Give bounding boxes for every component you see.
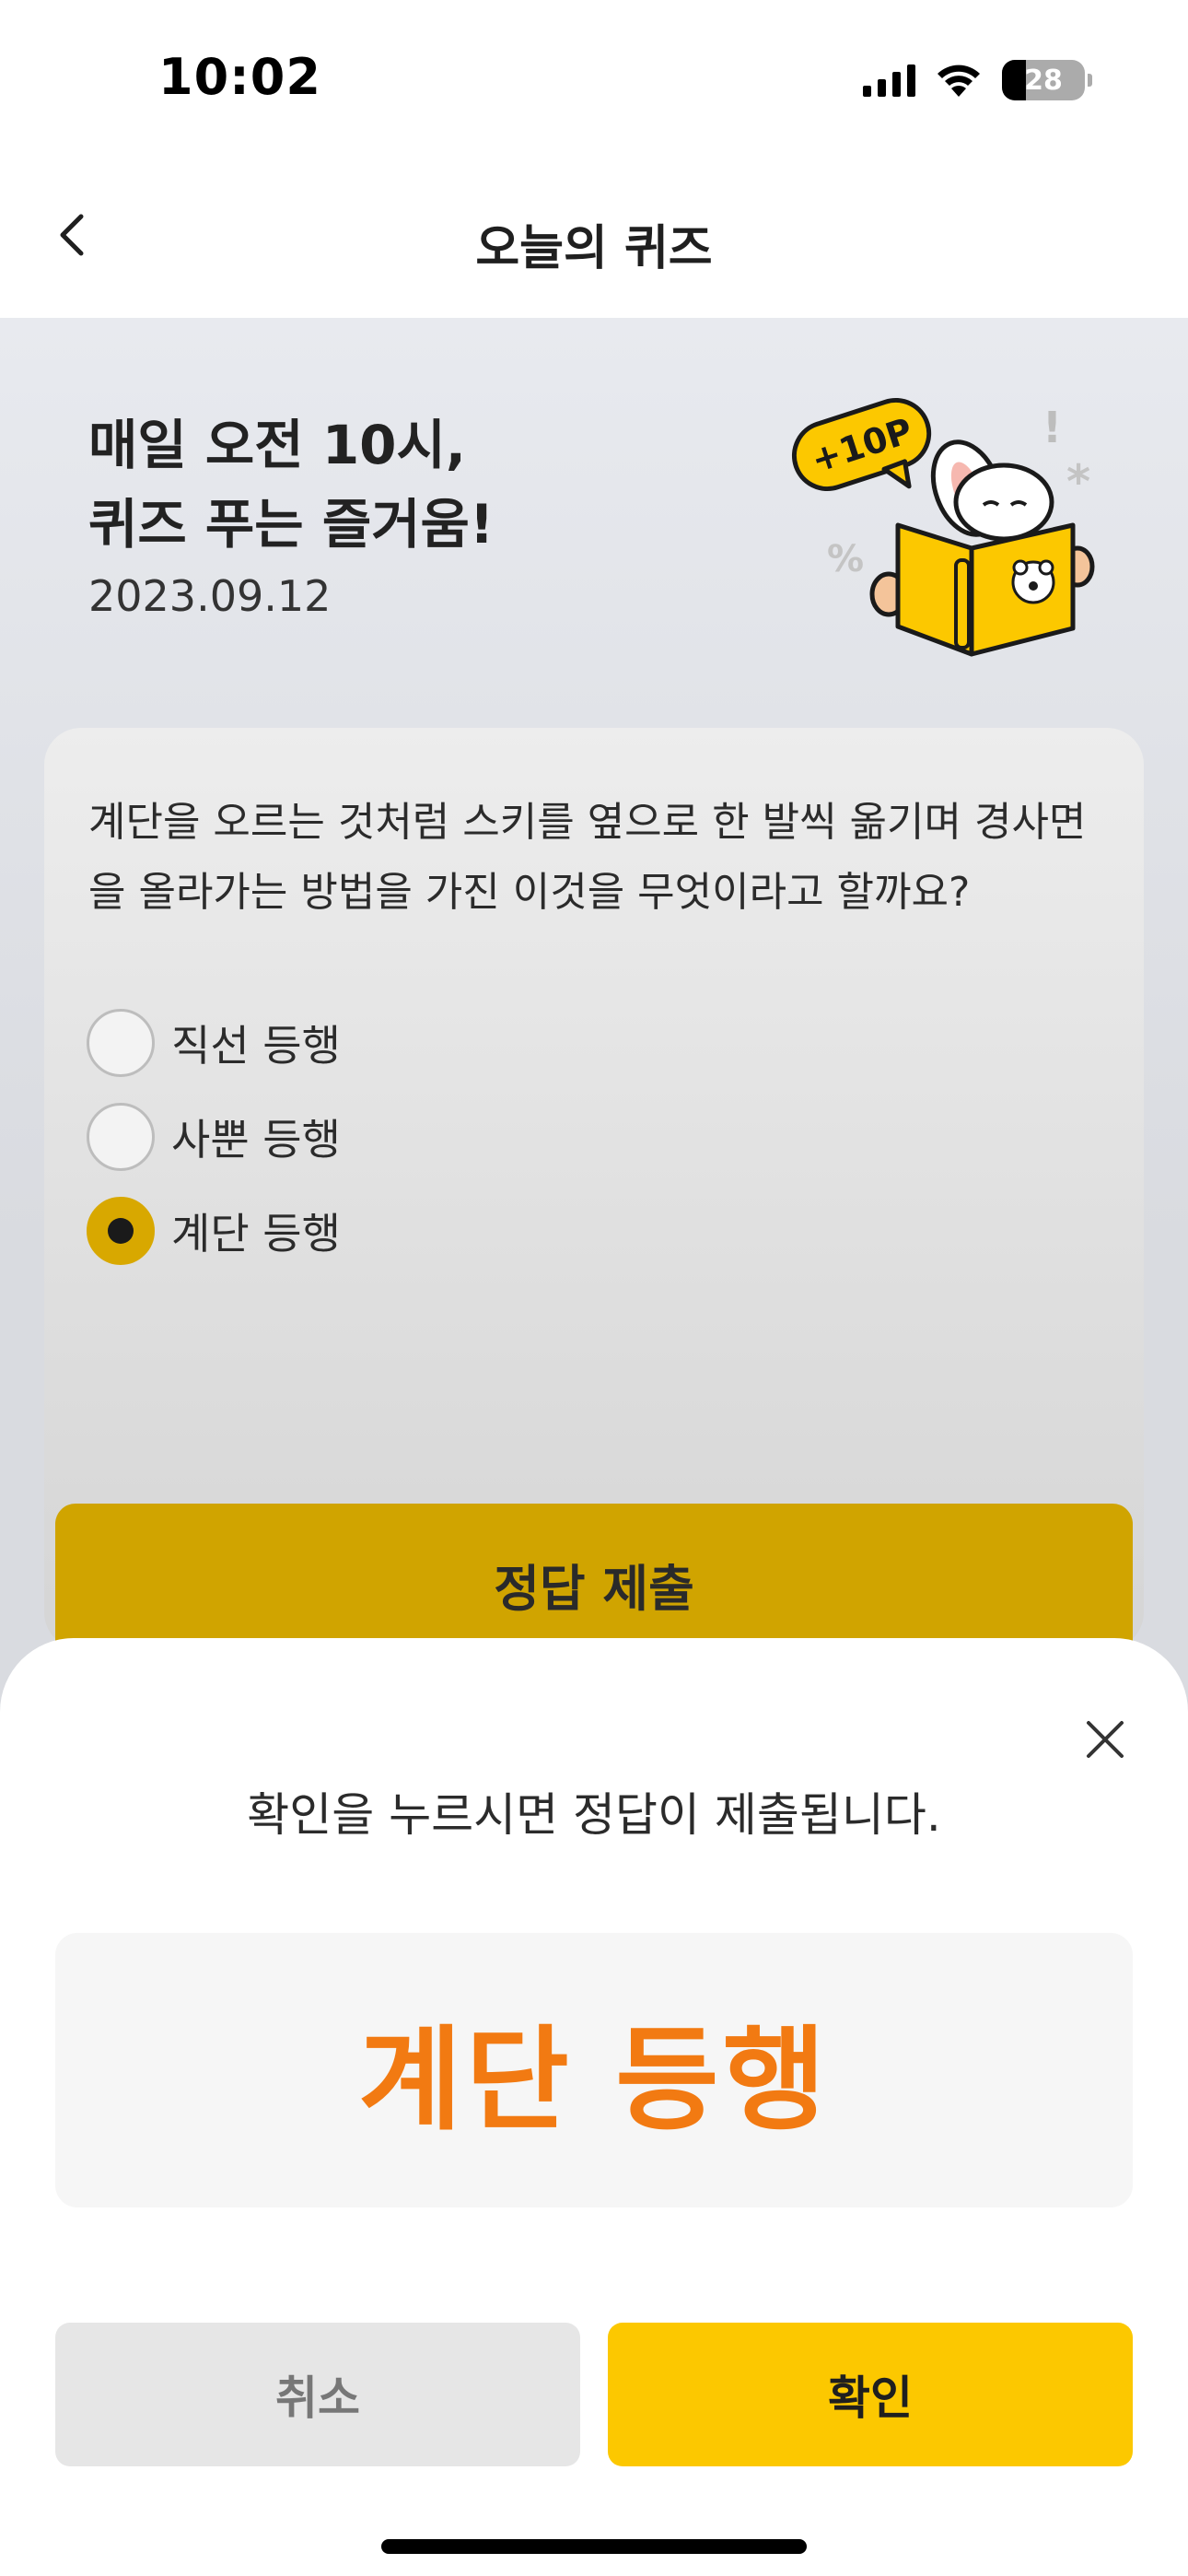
page-title: 오늘의 퀴즈 — [475, 221, 713, 276]
svg-text:!: ! — [1042, 403, 1062, 452]
option-stair-climb[interactable]: 계단 등행 — [87, 1197, 341, 1265]
status-icons: 28 — [863, 57, 1092, 103]
radio-button[interactable] — [87, 1103, 155, 1171]
confirm-message: 확인을 누르시면 정답이 제출됩니다. — [247, 1788, 941, 1842]
radio-button-selected[interactable] — [87, 1197, 155, 1265]
status-time: 10:02 — [158, 48, 321, 106]
selected-answer-text: 계단 등행 — [358, 2014, 830, 2146]
hero-title-line1: 매일 오전 10시, — [88, 414, 466, 476]
nav-header: 오늘의 퀴즈 — [0, 161, 1188, 318]
mascot-reading-book-illustration: ! * % +10P — [791, 397, 1095, 657]
option-label: 직선 등행 — [171, 1021, 341, 1071]
selected-answer-box: 계단 등행 — [55, 1933, 1133, 2207]
quiz-question: 계단을 오르는 것처럼 스키를 옆으로 한 발씩 옮기며 경사면을 올라가는 방… — [88, 799, 1087, 916]
hero-title: 매일 오전 10시, 퀴즈 푸는 즐거움! — [88, 405, 733, 564]
option-straight-climb[interactable]: 직선 등행 — [87, 1009, 341, 1077]
confirm-button[interactable]: 확인 — [608, 2323, 1133, 2466]
cancel-button[interactable]: 취소 — [55, 2323, 580, 2466]
option-light-climb[interactable]: 사뿐 등행 — [87, 1103, 341, 1171]
battery-level: 28 — [1024, 64, 1063, 97]
cellular-signal-icon — [863, 64, 915, 97]
home-indicator — [381, 2539, 807, 2554]
option-label: 계단 등행 — [171, 1209, 341, 1259]
battery-icon: 28 — [1002, 60, 1092, 100]
close-icon[interactable] — [1077, 1712, 1133, 1767]
svg-text:*: * — [1066, 455, 1090, 509]
radio-button[interactable] — [87, 1009, 155, 1077]
option-label: 사뿐 등행 — [171, 1115, 341, 1165]
hero-title-line2: 퀴즈 푸는 즐거움! — [88, 493, 495, 556]
svg-text:%: % — [827, 538, 864, 580]
status-bar: 10:02 28 — [0, 0, 1188, 161]
wifi-icon — [938, 64, 980, 97]
submit-answer-button[interactable]: 정답 제출 — [55, 1504, 1133, 1660]
quiz-date: 2023.09.12 — [88, 571, 332, 621]
